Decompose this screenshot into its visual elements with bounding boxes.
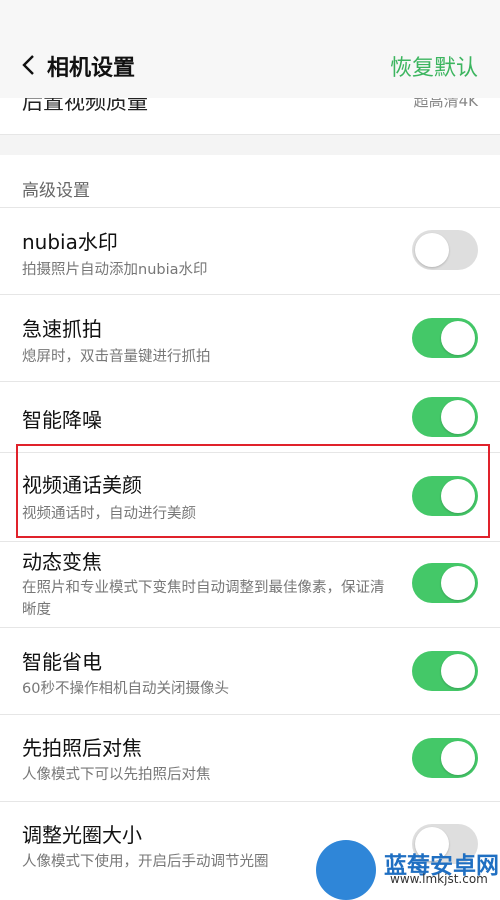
setting-title: 调整光圈大小	[22, 823, 142, 847]
setting-subtitle: 在照片和专业模式下变焦时自动调整到最佳像素，保证清晰度	[22, 580, 385, 618]
page-title: 相机设置	[47, 56, 136, 81]
back-arrow-icon[interactable]	[20, 53, 38, 77]
setting-title: 急速抓拍	[22, 317, 102, 341]
setting-title: 动态变焦	[22, 550, 102, 574]
fast-capture-toggle[interactable]	[412, 318, 478, 358]
toggle-knob	[415, 233, 449, 267]
toggle-knob	[441, 741, 475, 775]
power-saving-toggle[interactable]	[412, 651, 478, 691]
shoot-then-focus-toggle[interactable]	[412, 738, 478, 778]
watermark-url: www.lmkjst.com	[390, 872, 488, 886]
dynamic-zoom-toggle[interactable]	[412, 563, 478, 603]
nubia-watermark-toggle[interactable]	[412, 230, 478, 270]
section-title-advanced: 高级设置	[22, 181, 90, 201]
setting-subtitle: 熄屏时，双击音量键进行抓拍	[22, 349, 211, 365]
setting-title: 先拍照后对焦	[22, 736, 142, 760]
setting-subtitle: 60秒不操作相机自动关闭摄像头	[22, 681, 229, 697]
setting-row-nubia-watermark[interactable]: nubia水印 拍摄照片自动添加nubia水印	[0, 208, 500, 295]
setting-row-fast-capture[interactable]: 急速抓拍 熄屏时，双击音量键进行抓拍	[0, 295, 500, 382]
setting-title: 智能降噪	[22, 408, 102, 432]
noise-reduction-toggle[interactable]	[412, 397, 478, 437]
setting-subtitle: 拍摄照片自动添加nubia水印	[22, 262, 208, 278]
toggle-knob	[441, 321, 475, 355]
setting-row-noise-reduction[interactable]: 智能降噪	[0, 382, 500, 453]
setting-subtitle: 人像模式下可以先拍照后对焦	[22, 767, 211, 783]
setting-title: 智能省电	[22, 650, 102, 674]
setting-title: nubia水印	[22, 230, 118, 254]
setting-row-shoot-then-focus[interactable]: 先拍照后对焦 人像模式下可以先拍照后对焦	[0, 715, 500, 802]
rear-video-quality-row[interactable]: 后置视频质量 超高清4K	[0, 98, 500, 135]
rear-video-quality-label: 后置视频质量	[22, 98, 148, 114]
section-gap	[0, 135, 500, 155]
highlight-box	[16, 444, 490, 538]
rear-video-quality-value: 超高清4K	[413, 98, 478, 110]
setting-row-dynamic-zoom[interactable]: 动态变焦 在照片和专业模式下变焦时自动调整到最佳像素，保证清晰度	[0, 542, 500, 628]
watermark-logo-icon	[316, 840, 376, 900]
setting-subtitle: 人像模式下使用，开启后手动调节光圈	[22, 854, 269, 870]
app-header: 相机设置 恢复默认	[0, 0, 500, 99]
toggle-knob	[441, 566, 475, 600]
toggle-knob	[441, 400, 475, 434]
setting-row-power-saving[interactable]: 智能省电 60秒不操作相机自动关闭摄像头	[0, 628, 500, 715]
restore-default-button[interactable]: 恢复默认	[390, 50, 478, 82]
toggle-knob	[441, 654, 475, 688]
